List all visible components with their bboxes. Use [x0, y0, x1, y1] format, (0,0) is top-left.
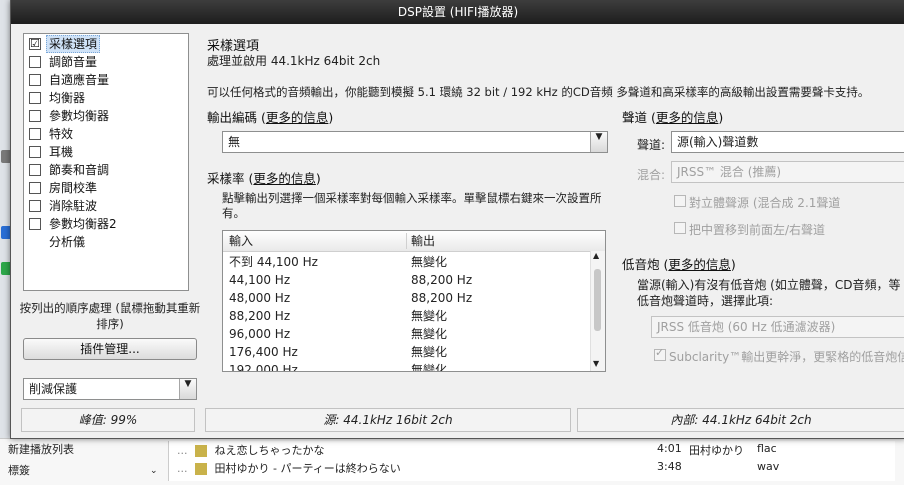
description: 可以任何格式的音頻輸出，你能聽到模擬 5.1 環繞 32 bit / 192 k…	[207, 85, 870, 99]
more-info-link[interactable]: 更多的信息	[253, 171, 316, 186]
subwoofer-value: JRSS 低音炮 (60 Hz 低通濾波器)	[657, 320, 836, 334]
more-info-link[interactable]: 更多的信息	[668, 257, 731, 272]
checkbox[interactable]	[29, 74, 41, 86]
subwoofer-heading: 低音炮 (更多的信息)	[622, 257, 736, 272]
channels-heading: 聲道 (更多的信息)	[622, 110, 724, 125]
stereo-mix-label: 對立體聲源 (混合成 2.1聲道	[689, 196, 841, 210]
sidebar-item-new-playlist[interactable]: 新建播放列表	[8, 441, 74, 457]
output-encoding-heading: 輸出編碼 (更多的信息)	[207, 110, 334, 125]
plugin-manager-button[interactable]: 插件管理...	[23, 338, 197, 360]
checkbox[interactable]	[29, 164, 41, 176]
track-format: flac	[757, 442, 777, 455]
checkbox[interactable]	[29, 110, 41, 122]
subwoofer-select[interactable]: JRSS 低音炮 (60 Hz 低通濾波器)	[651, 316, 904, 338]
chevron-down-icon[interactable]: ⌄	[150, 466, 158, 476]
stereo-mix-checkbox[interactable]	[674, 195, 686, 207]
track-list: ... ねえ恋しちゃったかな 4:01 田村ゆかり flac ... 田村ゆかり…	[168, 441, 895, 481]
track-time: 3:48	[657, 460, 682, 473]
more-info-link[interactable]: 更多的信息	[266, 110, 329, 125]
table-row[interactable]: 44,100 Hz 88,200 Hz	[223, 271, 591, 289]
check-icon: ✓	[655, 346, 665, 359]
center-move-checkbox[interactable]	[674, 222, 686, 234]
dsp-settings-dialog: DSP設置 (HIFI播放器) ☑ 采樣選項 調節音量 自適應音量 均衡器 參數均…	[10, 0, 904, 439]
table-scrollbar[interactable]: ▲ ▼	[590, 251, 605, 371]
sample-rate-table: 輸入 輸出 不到 44,100 Hz 無變化 44,100 Hz 88,200 Hz…	[222, 230, 606, 372]
chevron-down-icon[interactable]: ▼	[590, 132, 607, 152]
music-file-icon	[195, 463, 207, 475]
preset-select[interactable]: 削減保護 ▼	[23, 378, 197, 400]
subclarity-checkbox[interactable]: ✓	[654, 346, 666, 361]
mix-select[interactable]: JRSS™ 混合 (推薦)	[671, 161, 904, 183]
music-file-icon	[195, 445, 207, 457]
sample-rate-heading: 采樣率 (更多的信息)	[207, 171, 321, 186]
order-hint: 按列出的順序處理 (鼠標拖動其重新排序)	[19, 301, 201, 331]
dialog-title: DSP設置 (HIFI播放器)	[11, 0, 904, 24]
checkbox[interactable]	[29, 56, 41, 68]
check-icon: ☑	[30, 37, 40, 50]
output-encoding-select[interactable]: 無 ▼	[222, 131, 608, 153]
table-row[interactable]: 88,200 Hz 無變化	[223, 307, 591, 325]
track-artist: 田村ゆかり	[689, 444, 744, 457]
track-time: 4:01	[657, 442, 682, 455]
channel-label: 聲道:	[637, 138, 666, 152]
page-subtitle: 處理並啟用 44.1kHz 64bit 2ch	[207, 54, 381, 68]
checkbox[interactable]	[29, 200, 41, 212]
checkbox[interactable]	[29, 182, 41, 194]
output-encoding-value: 無	[228, 135, 241, 149]
sample-rate-instruction: 點擊輸出列選擇一個采樣率對每個輸入采樣率。單擊鼠標右鍵來一次設置所有。	[222, 191, 602, 220]
table-row[interactable]: 192,000 Hz 無變化	[223, 361, 591, 371]
table-row[interactable]: 96,000 Hz 無變化	[223, 325, 591, 343]
center-move-label: 把中置移到前面左/右聲道	[689, 223, 826, 237]
scroll-up-icon[interactable]: ▲	[593, 251, 599, 260]
sidebar-item-tags[interactable]: 標簽	[8, 462, 30, 478]
chevron-down-icon[interactable]: ▼	[179, 379, 196, 399]
column-header-output[interactable]: 輸出	[411, 231, 435, 251]
track-title: 田村ゆかり - パーティーは終わらない	[214, 462, 401, 475]
status-internal: 內部: 44.1kHz 64bit 2ch	[577, 408, 904, 432]
subwoofer-description-2: 低音炮聲道時，選擇此項:	[637, 294, 774, 308]
checkbox[interactable]	[29, 128, 41, 140]
preset-value: 削減保護	[29, 382, 78, 396]
track-title: ねえ恋しちゃったかな	[214, 444, 325, 457]
checkbox[interactable]	[29, 92, 41, 104]
channel-select[interactable]: 源(輸入)聲道數	[671, 131, 904, 153]
checkbox[interactable]	[29, 218, 41, 230]
track-row[interactable]: ... ねえ恋しちゃったかな	[177, 442, 325, 458]
status-source: 源: 44.1kHz 16bit 2ch	[205, 408, 571, 432]
track-format: wav	[757, 460, 780, 473]
table-row[interactable]: 48,000 Hz 88,200 Hz	[223, 289, 591, 307]
checkbox[interactable]	[29, 146, 41, 158]
column-header-input[interactable]: 輸入	[229, 231, 253, 251]
table-header: 輸入 輸出	[223, 231, 605, 252]
scroll-down-icon[interactable]: ▼	[593, 359, 599, 368]
column-divider	[406, 233, 407, 249]
table-row[interactable]: 不到 44,100 Hz 無變化	[223, 253, 591, 271]
subclarity-label: Subclarity™輸出更幹淨，更緊格的低音炮信	[669, 350, 904, 364]
mix-value: JRSS™ 混合 (推薦)	[677, 165, 782, 179]
scrollbar-thumb[interactable]	[594, 269, 601, 331]
checkbox[interactable]: ☑	[29, 37, 41, 50]
more-info-link[interactable]: 更多的信息	[656, 110, 719, 125]
track-row[interactable]: ... 田村ゆかり - パーティーは終わらない	[177, 460, 401, 476]
table-row[interactable]: 176,400 Hz 無變化	[223, 343, 591, 361]
dsp-list: ☑ 采樣選項 調節音量 自適應音量 均衡器 參數均衡器 特效 耳機 節奏和音調 房…	[23, 33, 189, 291]
channel-value: 源(輸入)聲道數	[677, 135, 759, 149]
mix-label: 混合:	[637, 168, 666, 182]
subwoofer-description: 當源(輸入)有沒有低音炮 (如立體聲，CD音頻，等	[637, 278, 901, 292]
status-peak: 峰值: 99%	[21, 408, 195, 432]
